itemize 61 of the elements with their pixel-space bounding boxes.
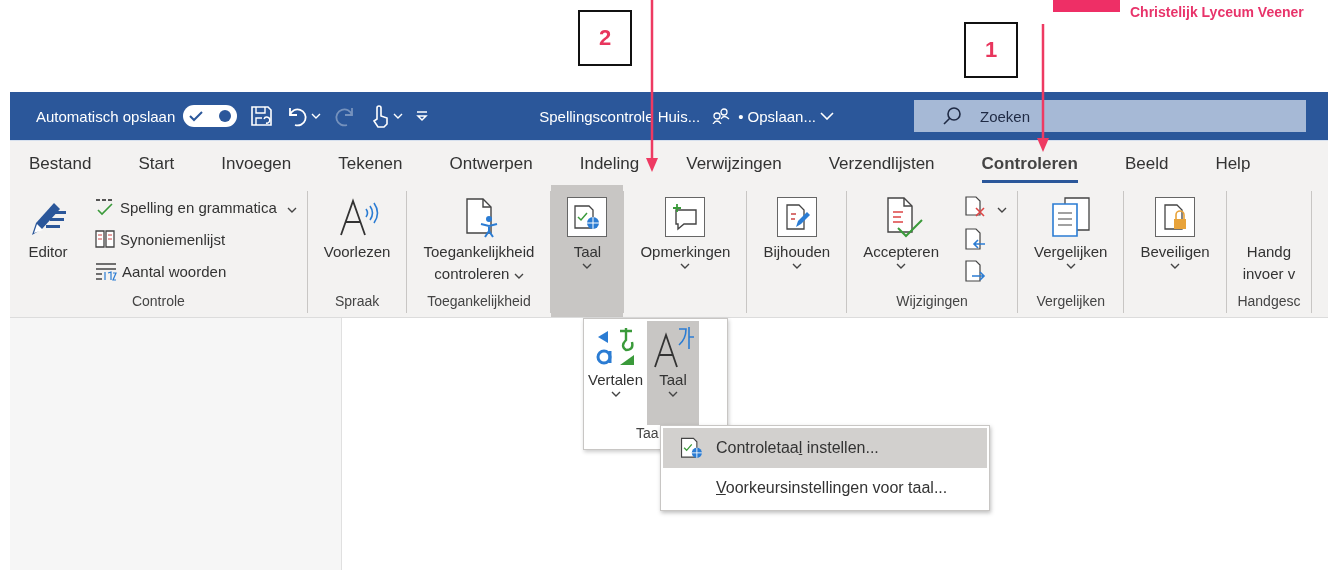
ribbon-tab[interactable]: Controleren xyxy=(981,147,1078,183)
customize-menu-icon[interactable] xyxy=(415,110,430,122)
save-status[interactable]: • Opslaan... xyxy=(738,107,816,125)
document-title: Spellingscontrole Huis... xyxy=(539,107,701,125)
toggle-knob-icon xyxy=(219,110,232,122)
callout-label: 1 xyxy=(964,22,1018,78)
ribbon-button[interactable]: Handg invoer v xyxy=(1236,191,1302,293)
save-icon[interactable] xyxy=(249,104,274,128)
search-field[interactable]: Zoeken xyxy=(913,100,1306,132)
autosave-toggle[interactable] xyxy=(183,105,238,127)
ribbon-tab[interactable]: Invoegen xyxy=(221,147,292,183)
ribbon-button[interactable]: Bijhouden xyxy=(757,191,837,293)
group-label: Wijzigingen xyxy=(895,293,969,311)
group-label: Spraak xyxy=(333,293,381,311)
search-input[interactable]: Zoeken xyxy=(979,101,1306,131)
check-icon xyxy=(189,110,204,122)
brand-label: Christelijk Lyceum Veener xyxy=(1130,4,1304,20)
group-label: Handgesc xyxy=(1236,293,1302,311)
autosave-label: Automatisch opslaan xyxy=(36,107,176,125)
people-icon xyxy=(712,108,731,124)
ribbon-tab[interactable]: Help xyxy=(1215,147,1251,183)
ribbon-button[interactable]: Vergelijken xyxy=(1028,191,1114,293)
language-letter-icon xyxy=(651,325,696,369)
group-label: Taa xyxy=(636,425,660,441)
group-label: Controle xyxy=(130,293,186,311)
menu-item[interactable]: Controletaal instellen... xyxy=(663,428,987,468)
ribbon-button[interactable]: Accepteren xyxy=(857,191,946,293)
search-icon xyxy=(941,106,962,126)
ribbon-tab[interactable]: Start xyxy=(138,147,175,183)
ribbon-button[interactable]: Toegankelijkheid controleren xyxy=(417,191,541,293)
ribbon-button[interactable]: Editor xyxy=(20,191,76,293)
ribbon-button[interactable]: Voorlezen xyxy=(317,191,397,293)
group-label: Vergelijken xyxy=(1035,293,1106,311)
ribbon-button[interactable]: Taal xyxy=(551,185,624,317)
ribbon-tab[interactable]: Indeling xyxy=(579,147,640,183)
ribbon-button[interactable]: Opmerkingen xyxy=(634,191,737,293)
ribbon-tab[interactable]: Tekenen xyxy=(338,147,403,183)
ribbon-tab[interactable]: Bestand xyxy=(29,147,92,183)
ribbon-button[interactable]: Beveiligen xyxy=(1134,191,1216,293)
word-count-icon xyxy=(94,260,118,282)
ribbon-tab[interactable]: Ontwerpen xyxy=(449,147,533,183)
ribbon-tab[interactable]: Verzendlijsten xyxy=(828,147,935,183)
ribbon-button[interactable]: Taal xyxy=(647,321,700,425)
brand-bar xyxy=(1053,0,1120,12)
callout-label: 2 xyxy=(578,10,632,66)
ribbon-button[interactable]: Spelling en grammatica xyxy=(94,193,297,221)
previous-change-icon[interactable] xyxy=(963,227,988,251)
next-change-icon[interactable] xyxy=(963,259,988,283)
ribbon-tab[interactable]: Beeld xyxy=(1124,147,1169,183)
ribbon-button[interactable]: Synoniemenlijst xyxy=(94,225,297,253)
reject-change-icon[interactable] xyxy=(963,195,988,219)
caret-icon xyxy=(610,391,621,397)
ribbon-button[interactable]: Aantal woorden xyxy=(94,257,297,285)
ribbon-tab[interactable]: Verwijzingen xyxy=(686,147,782,183)
group-label: Toegankelijkheid xyxy=(426,293,532,311)
chevron-icon[interactable] xyxy=(819,112,834,120)
menu-item[interactable]: Voorkeursinstellingen voor taal... xyxy=(663,468,987,508)
spell-check-icon xyxy=(94,196,116,218)
caret-icon xyxy=(668,391,679,397)
book-icon xyxy=(94,228,116,250)
ribbon-button[interactable]: Vertalen xyxy=(584,321,648,425)
